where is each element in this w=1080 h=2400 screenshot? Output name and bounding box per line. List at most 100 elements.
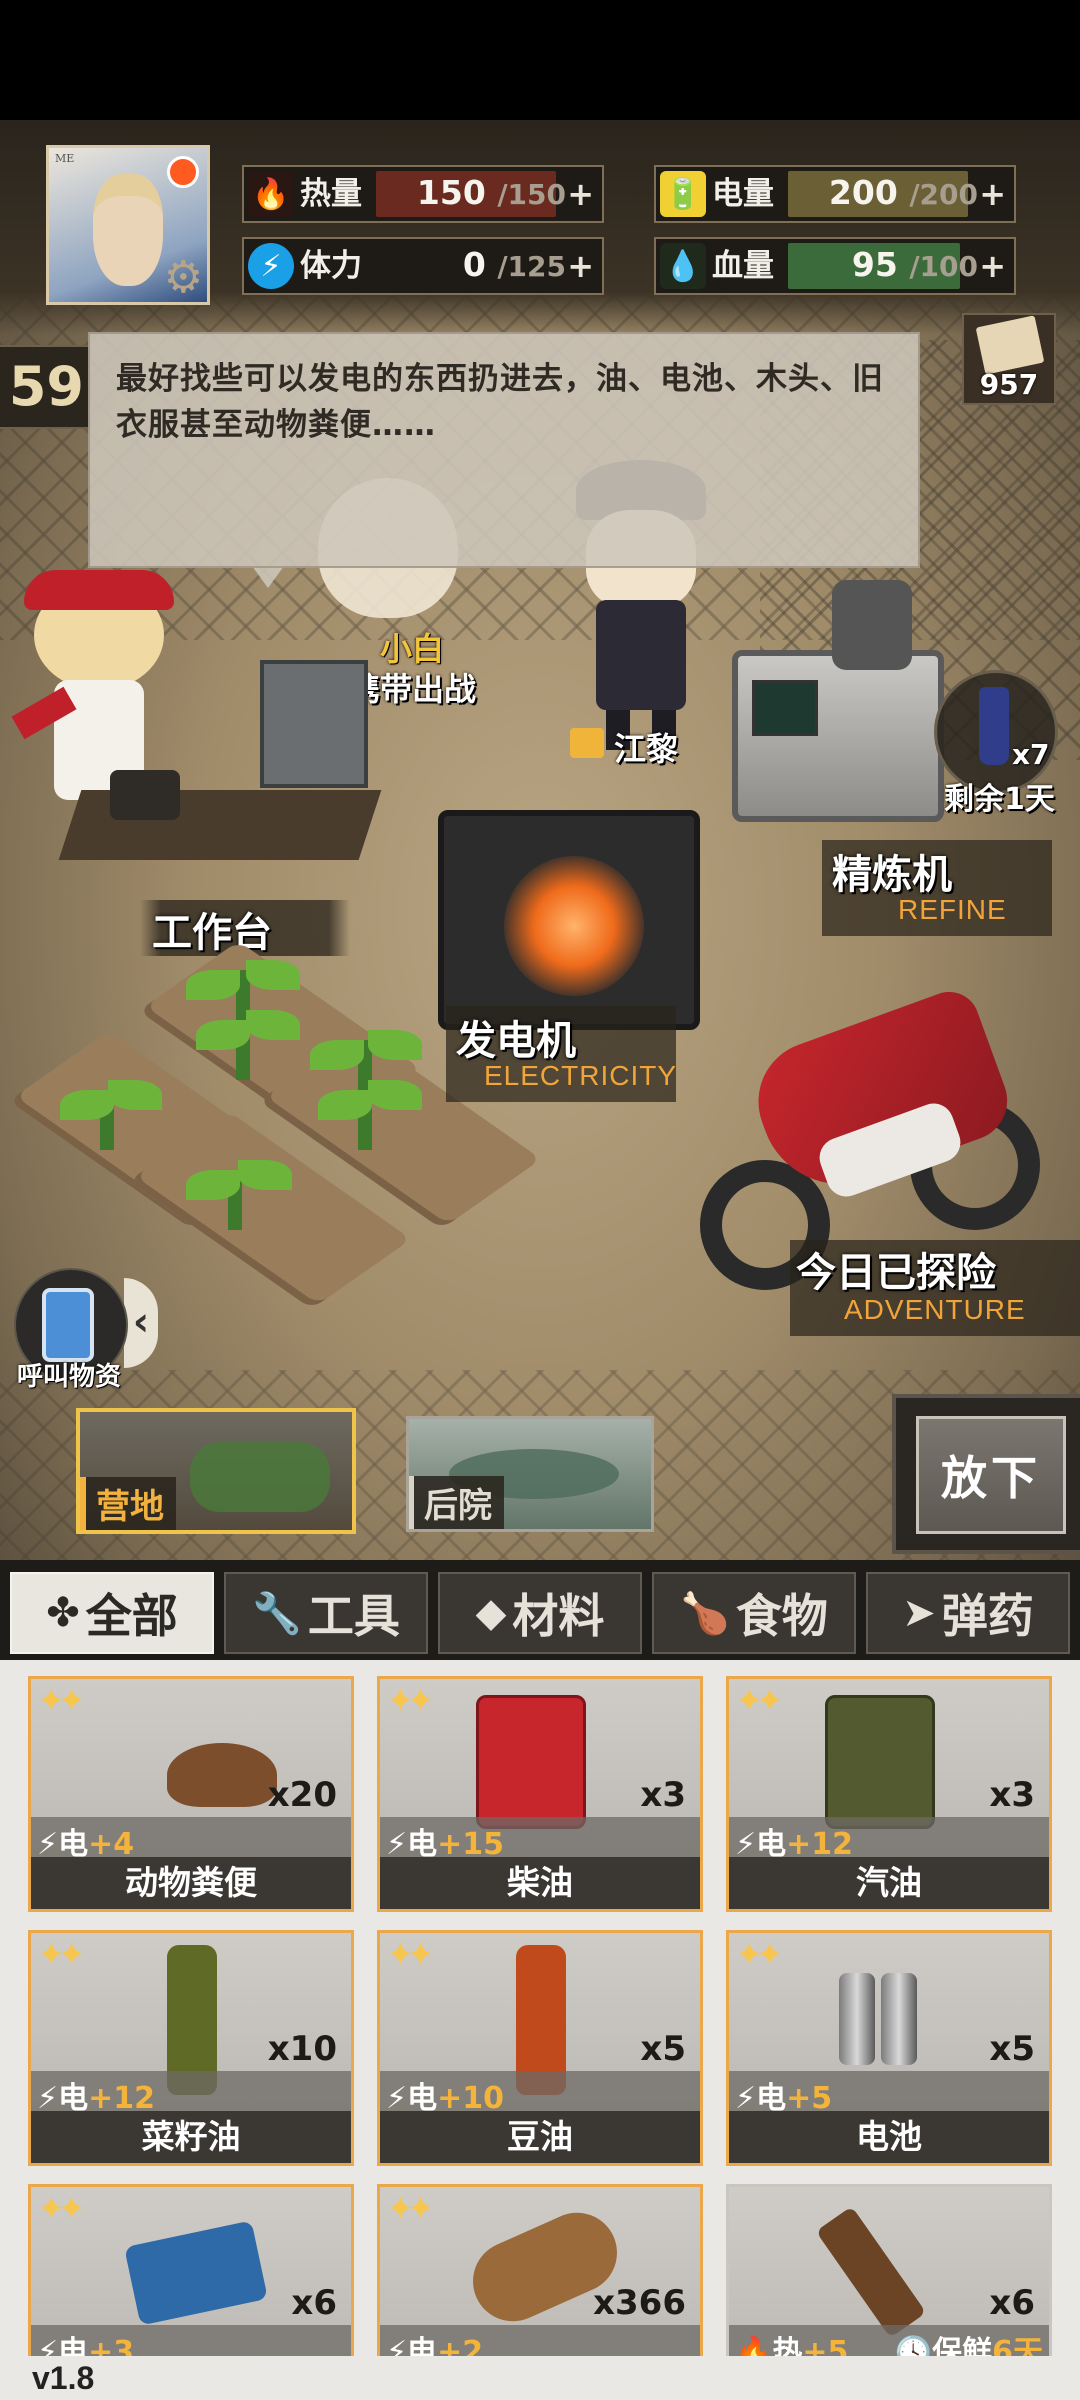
item-card[interactable]: x6 🔥热+5 🕓保鲜6天: [726, 2184, 1052, 2356]
item-card[interactable]: ✦✦ x20 ⚡电+4 动物粪便: [28, 1676, 354, 1912]
location-camp[interactable]: 营地: [76, 1408, 356, 1534]
health-value: 95 /100: [851, 245, 978, 284]
dialogue-bubble[interactable]: 最好找些可以发电的东西扔进去，油、电池、木头、旧衣服甚至动物粪便……: [88, 332, 920, 568]
day-counter: 59: [0, 345, 92, 429]
put-down-button[interactable]: 放下: [916, 1416, 1066, 1534]
gear-icon[interactable]: ⚙: [164, 256, 203, 300]
item-card[interactable]: ✦✦ x3 ⚡电+15 柴油: [377, 1676, 703, 1912]
heat-label: 热量: [300, 176, 362, 212]
stamina-label: 体力: [300, 248, 362, 284]
version-label: v1.8: [32, 2360, 95, 2396]
material-icon: ◆: [475, 1590, 507, 1636]
item-card[interactable]: ✦✦ x6 ⚡电+3: [28, 2184, 354, 2356]
dung-icon: [167, 1743, 277, 1807]
blood-drop-icon: 💧: [660, 243, 706, 289]
item-card[interactable]: ✦✦ x5 ⚡电+5 电池: [726, 1930, 1052, 2166]
item-card[interactable]: ✦✦ x5 ⚡电+10 豆油: [377, 1930, 703, 2166]
item-name: 汽油: [729, 1857, 1049, 1909]
location-backyard[interactable]: 后院: [406, 1416, 654, 1532]
wrench-icon: 🔧: [252, 1590, 302, 1637]
fan-icon: [504, 856, 644, 996]
rarity-stars: ✦✦: [386, 1935, 435, 1975]
flame-icon: 🔥: [248, 171, 294, 217]
battery-item-icon: [839, 1973, 875, 2065]
chevron-left-icon[interactable]: ‹: [124, 1278, 158, 1368]
item-quantity: x5: [640, 2029, 686, 2069]
adventure-sublabel: ADVENTURE: [844, 1294, 1026, 1325]
battery-icon: 🔋: [660, 171, 706, 217]
refiner-machine[interactable]: [722, 580, 972, 850]
tab-ammo-label: 弹药: [941, 1589, 1034, 1643]
rarity-stars: ✦✦: [37, 2189, 86, 2229]
location-backyard-label: 后院: [409, 1476, 504, 1529]
player-avatar[interactable]: ME ⚙: [46, 145, 210, 305]
put-down-panel: 放下: [892, 1394, 1080, 1554]
npc-name[interactable]: 江黎: [614, 724, 678, 770]
item-effect: ⚡电+2: [386, 2335, 484, 2356]
heat-add-button[interactable]: +: [567, 169, 594, 219]
adventure-label: 今日已探险: [796, 1250, 996, 1296]
category-tabs: ✤ 全部 🔧 工具 ◆ 材料 🍗 食物 ➤ 弹药: [0, 1560, 1080, 1660]
item-card[interactable]: ✦✦ x10 ⚡电+12 菜籽油: [28, 1930, 354, 2166]
health-add-button[interactable]: +: [979, 241, 1006, 291]
bottom-bar: [0, 2356, 1080, 2400]
currency-amount: 957: [979, 368, 1039, 401]
tab-materials-label: 材料: [512, 1589, 605, 1643]
power-stat: 🔋 电量 200 /200 +: [654, 165, 1016, 223]
generator[interactable]: [438, 810, 700, 1030]
chocolate-bar-icon: [815, 2206, 927, 2338]
item-card[interactable]: ✦✦ x366 ⚡电+2: [377, 2184, 703, 2356]
item-quantity: x6: [989, 2283, 1035, 2323]
chest-icon: [570, 728, 604, 758]
heat-value: 150 /150: [416, 173, 566, 212]
power-label: 电量: [712, 176, 774, 212]
battery-item-icon-2: [881, 1973, 917, 2065]
item-quantity: x6: [291, 2283, 337, 2323]
tab-food[interactable]: 🍗 食物: [652, 1572, 856, 1654]
health-label: 血量: [712, 248, 774, 284]
item-quantity: x20: [267, 1775, 337, 1815]
clover-icon: ✤: [46, 1590, 80, 1636]
rarity-stars: ✦✦: [386, 1681, 435, 1721]
health-stat: 💧 血量 95 /100 +: [654, 237, 1016, 295]
power-add-button[interactable]: +: [979, 169, 1006, 219]
bullet-icon: ➤: [902, 1590, 936, 1636]
avatar-tag: ME: [55, 152, 75, 165]
item-quantity: x3: [989, 1775, 1035, 1815]
generator-label: 发电机: [456, 1018, 576, 1064]
call-supplies-label: 呼叫物资: [16, 1362, 121, 1392]
tab-tools[interactable]: 🔧 工具: [224, 1572, 428, 1654]
item-effect: 🔥热+5: [735, 2335, 849, 2356]
tab-all[interactable]: ✤ 全部: [10, 1572, 214, 1654]
rarity-stars: ✦✦: [37, 1935, 86, 1975]
refine-remaining: 剩余1天: [944, 782, 1055, 817]
tab-ammo[interactable]: ➤ 弹药: [866, 1572, 1070, 1654]
item-quantity: x5: [989, 2029, 1035, 2069]
refiner-sublabel: REFINE: [898, 894, 1007, 925]
item-quantity: x10: [267, 2029, 337, 2069]
drumstick-icon: 🍗: [680, 1590, 730, 1637]
scrap-paper-icon: [975, 315, 1045, 375]
old-clothes-icon: [124, 2220, 268, 2326]
heat-stat: 🔥 热量 150 /150 +: [242, 165, 604, 223]
currency-display[interactable]: 957: [962, 313, 1056, 405]
tab-tools-label: 工具: [307, 1589, 400, 1643]
notification-dot: [167, 156, 199, 188]
refiner-label: 精炼机: [832, 852, 952, 898]
item-quantity: x3: [640, 1775, 686, 1815]
dialogue-text: 最好找些可以发电的东西扔进去，油、电池、木头、旧衣服甚至动物粪便……: [116, 361, 884, 443]
item-freshness: 🕓保鲜6天: [894, 2335, 1043, 2356]
stamina-stat: ⚡ 体力 0 /125 +: [242, 237, 604, 295]
rarity-stars: ✦✦: [735, 1935, 784, 1975]
diesel-can-icon: [476, 1695, 586, 1829]
power-value: 200 /200: [828, 173, 978, 212]
tab-materials[interactable]: ◆ 材料: [438, 1572, 642, 1654]
generator-sublabel: ELECTRICITY: [484, 1060, 678, 1091]
item-grid: ✦✦ x20 ⚡电+4 动物粪便 ✦✦ x3 ⚡电+15 柴油 ✦✦ x3 ⚡电…: [0, 1660, 1080, 2356]
stamina-add-button[interactable]: +: [567, 241, 594, 291]
workbench[interactable]: [58, 660, 382, 890]
call-supplies-button[interactable]: ‹ 呼叫物资: [4, 1268, 160, 1392]
item-card[interactable]: ✦✦ x3 ⚡电+12 汽油: [726, 1676, 1052, 1912]
top-black-bar: [0, 0, 1080, 120]
crop-field[interactable]: [0, 920, 542, 1320]
